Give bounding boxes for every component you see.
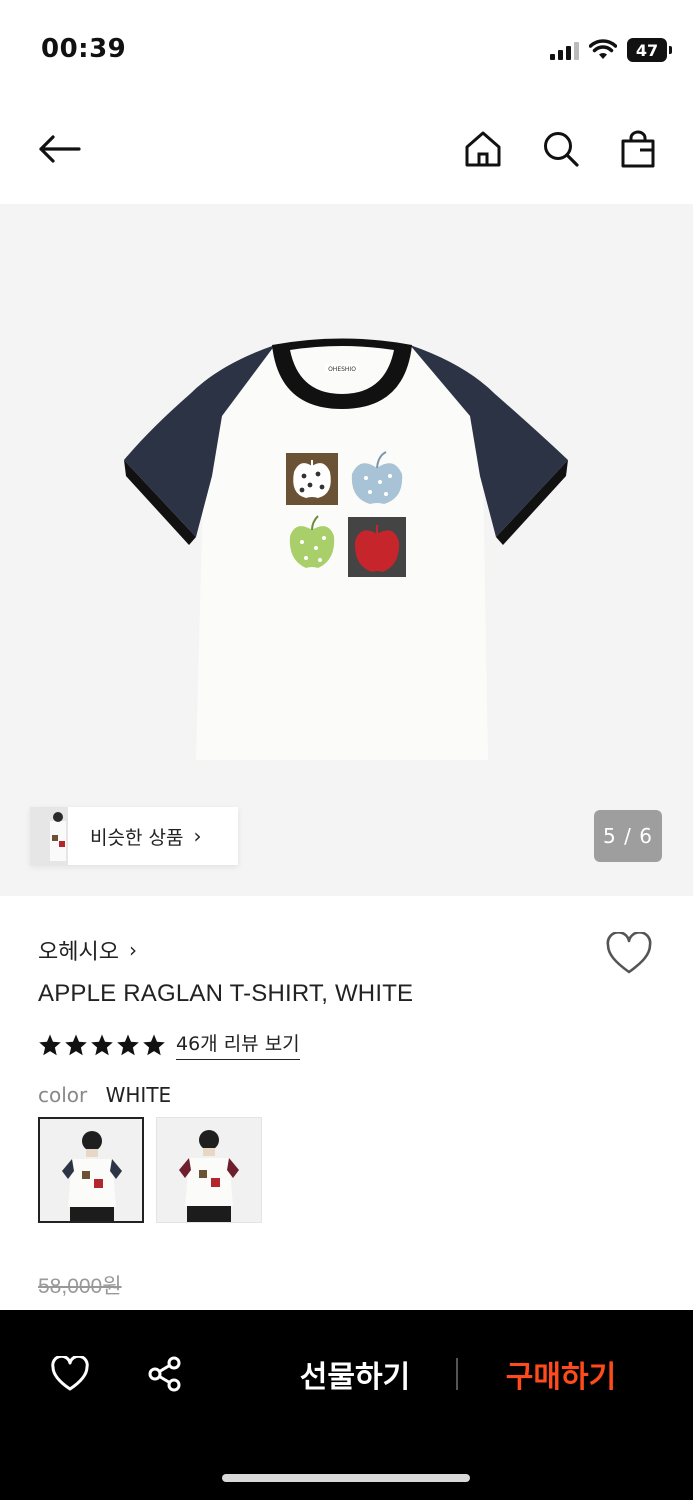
buy-button[interactable]: 구매하기 [476, 1350, 646, 1398]
heart-outline-icon [606, 931, 652, 974]
similar-thumb-image [30, 807, 68, 865]
share-icon [148, 1356, 181, 1392]
search-button[interactable] [536, 124, 586, 174]
neck-label-text: OHESHIO [328, 366, 356, 373]
gallery-page-indicator: 5 / 6 [594, 810, 662, 862]
product-gallery[interactable]: OHESHIO 비슷한 상품 › 5 / 6 [0, 204, 693, 896]
shopping-bag-icon [621, 130, 655, 168]
gift-button[interactable]: 선물하기 [270, 1350, 440, 1398]
brand-link[interactable]: 오헤시오 › [38, 934, 137, 966]
swatch-image [40, 1119, 142, 1221]
star-icon [39, 1034, 61, 1055]
bottom-action-bar: 선물하기 구매하기 [0, 1310, 693, 1500]
battery-level: 47 [635, 40, 659, 60]
color-swatches [38, 1117, 262, 1223]
status-time: 00:39 [41, 34, 127, 64]
original-price: 58,000원 [38, 1275, 122, 1298]
battery-icon: 47 [627, 38, 672, 62]
cart-button[interactable] [613, 124, 663, 174]
reviews-link[interactable]: 46개 리뷰 보기 [176, 1029, 300, 1060]
product-title: APPLE RAGLAN T-SHIRT, WHITE [38, 980, 414, 1007]
star-icon [143, 1034, 165, 1055]
share-button[interactable] [143, 1352, 187, 1396]
chevron-right-icon: › [128, 938, 137, 962]
star-icon [117, 1034, 139, 1055]
swatch-image [157, 1118, 261, 1222]
divider [456, 1358, 458, 1390]
status-bar: 00:39 47 [0, 0, 693, 100]
wishlist-button[interactable] [605, 931, 653, 976]
rating-row: 46개 리뷰 보기 [38, 1029, 300, 1060]
wifi-icon [589, 39, 617, 59]
similar-products-button[interactable]: 비슷한 상품 › [30, 807, 238, 865]
color-value: WHITE [105, 1083, 172, 1107]
search-icon [544, 132, 579, 167]
home-button[interactable] [458, 124, 508, 174]
product-info: 오헤시오 › APPLE RAGLAN T-SHIRT, WHITE 46개 리… [0, 896, 693, 1310]
cellular-signal-icon [550, 40, 579, 60]
back-button[interactable] [34, 124, 84, 174]
color-row: color WHITE [38, 1083, 171, 1107]
chevron-right-icon: › [193, 824, 202, 848]
similar-products-label: 비슷한 상품 [90, 826, 184, 849]
heart-outline-icon [51, 1356, 89, 1391]
similar-product-thumbnail [30, 807, 68, 865]
color-label: color [38, 1083, 88, 1107]
home-indicator [222, 1474, 470, 1482]
arrow-left-icon [39, 135, 81, 163]
status-icons: 47 [550, 38, 672, 62]
home-icon [465, 131, 501, 167]
star-icon [65, 1034, 87, 1055]
top-nav [0, 100, 693, 204]
color-swatch-white-navy[interactable] [38, 1117, 144, 1223]
bottom-wishlist-button[interactable] [48, 1352, 92, 1396]
product-image: OHESHIO [124, 338, 568, 760]
star-icon [91, 1034, 113, 1055]
brand-name: 오헤시오 [38, 940, 119, 965]
color-swatch-white-burgundy[interactable] [156, 1117, 262, 1223]
rating-stars [38, 1033, 166, 1057]
